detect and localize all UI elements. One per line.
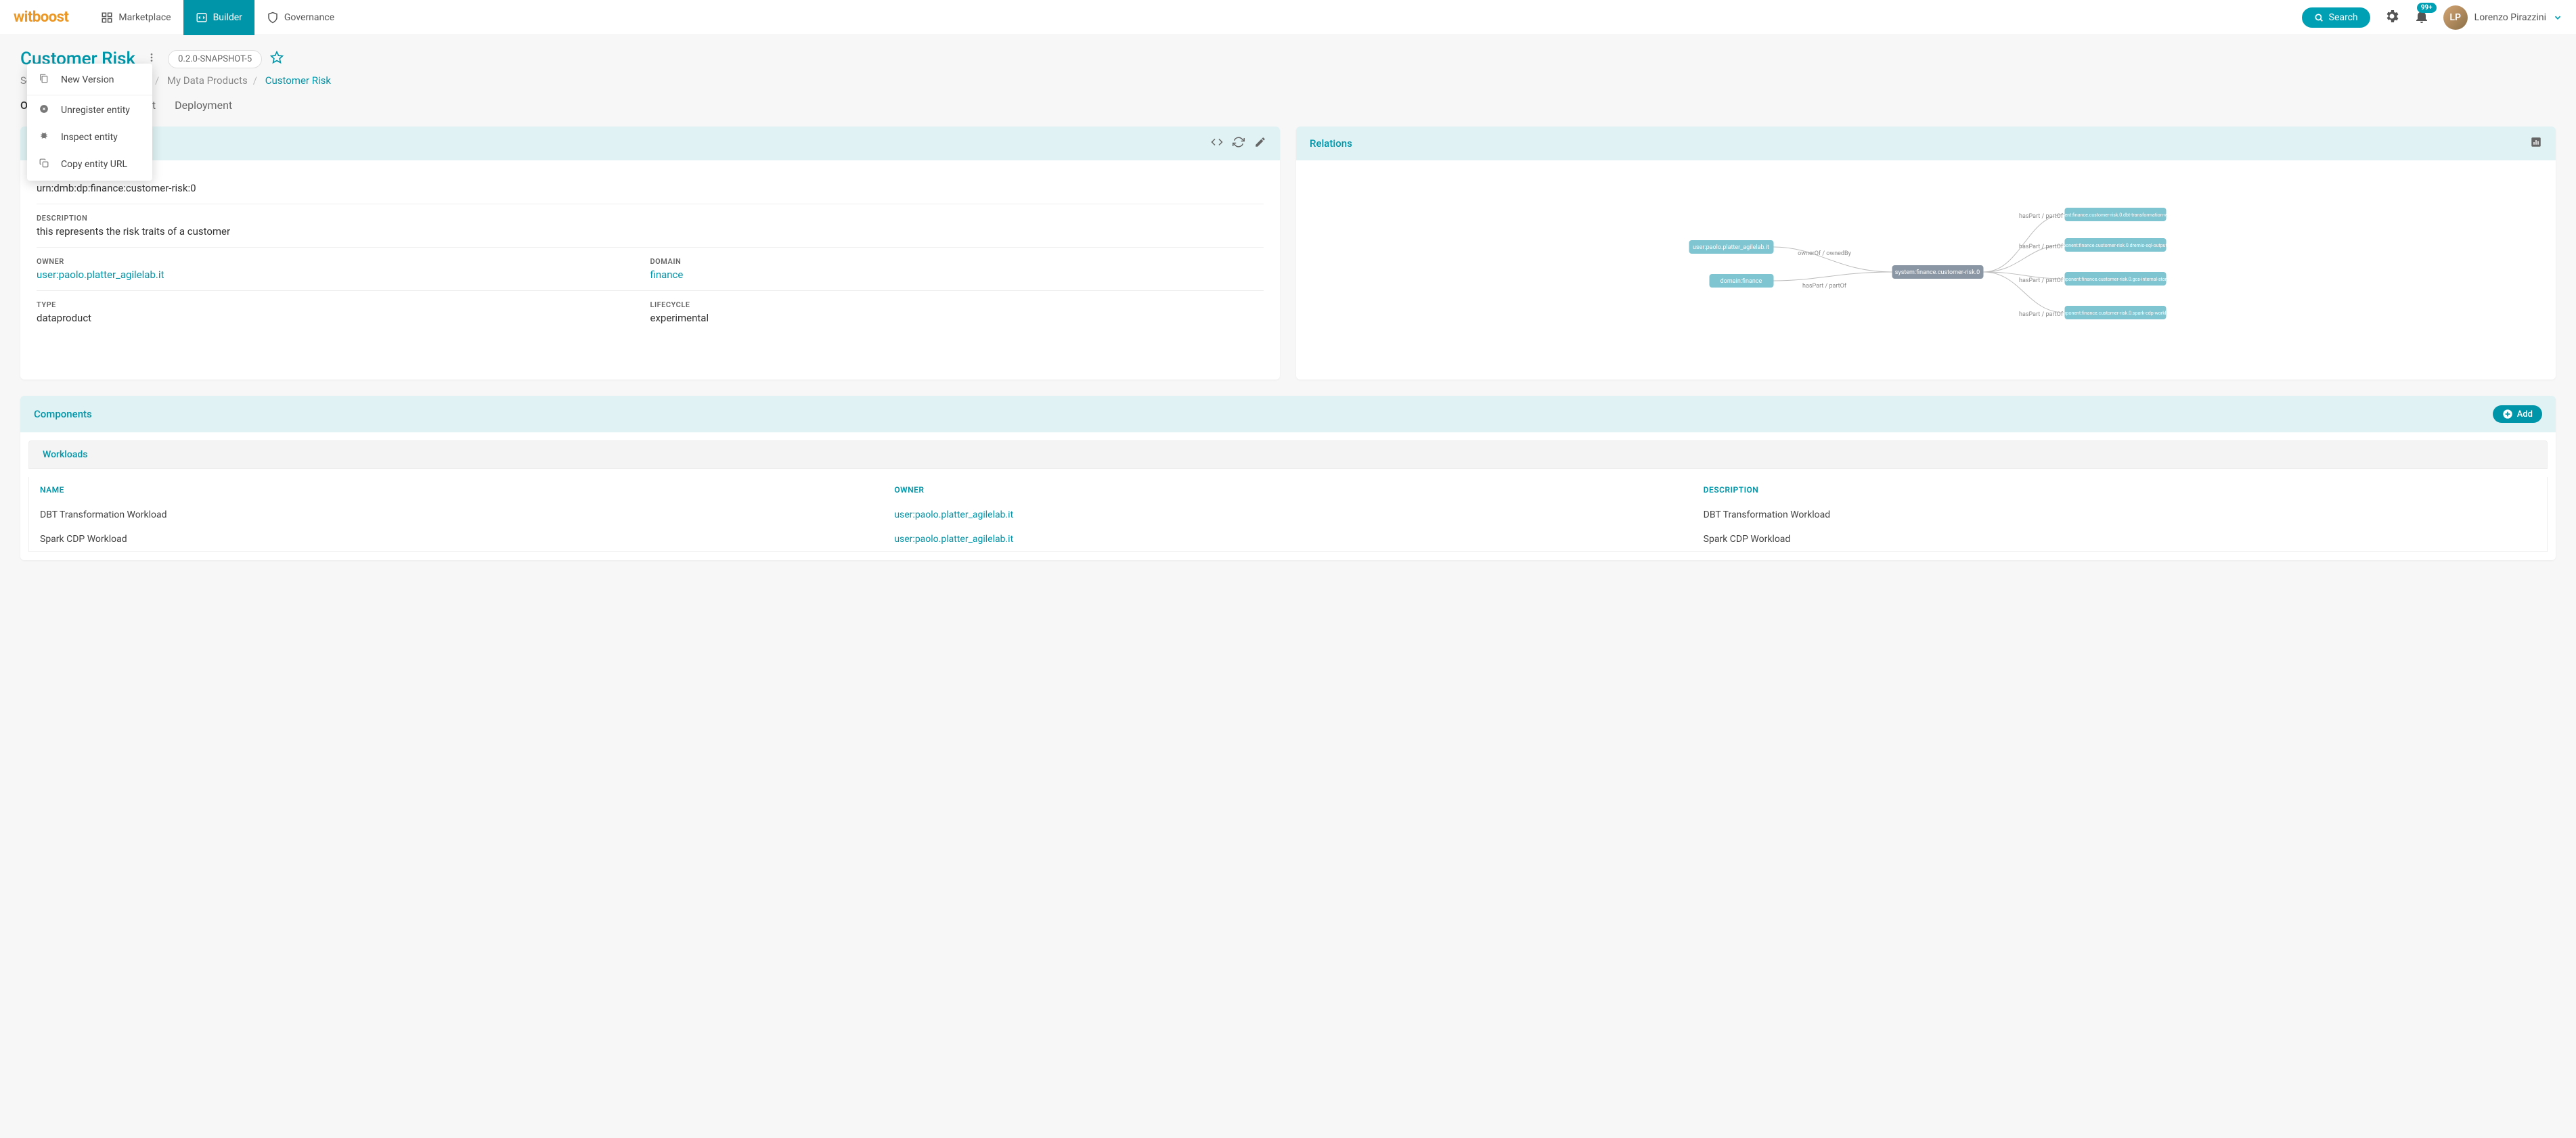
svg-text:system:finance.customer-risk.0: system:finance.customer-risk.0 bbox=[1895, 269, 1980, 276]
svg-text:component:finance.customer-ris: component:finance.customer-risk.0.dbt-tr… bbox=[2047, 212, 2183, 218]
kebab-icon bbox=[146, 52, 157, 63]
breadcrumb-item[interactable]: My Data Products bbox=[167, 74, 248, 87]
add-component-button[interactable]: Add bbox=[2493, 405, 2542, 423]
code-button[interactable] bbox=[1211, 136, 1223, 151]
favorite-button[interactable] bbox=[270, 51, 284, 67]
svg-text:component:finance.customer-ris: component:finance.customer-risk.0.dremio… bbox=[2053, 243, 2177, 248]
cell-owner[interactable]: user:paolo.platter_agilelab.it bbox=[883, 503, 1692, 527]
svg-text:user:paolo.platter_agilelab.it: user:paolo.platter_agilelab.it bbox=[1693, 244, 1769, 251]
table-row[interactable]: DBT Transformation Workload user:paolo.p… bbox=[29, 503, 2547, 527]
menu-copy-url[interactable]: Copy entity URL bbox=[27, 151, 152, 178]
description-value: this represents the risk traits of a cus… bbox=[37, 225, 1264, 237]
owner-link[interactable]: user:paolo.platter_agilelab.it bbox=[37, 269, 650, 281]
nav-label: Marketplace bbox=[118, 12, 171, 23]
domain-link[interactable]: finance bbox=[650, 269, 1264, 281]
context-menu: New Version Unregister entity Inspect en… bbox=[27, 64, 152, 181]
col-name[interactable]: NAME bbox=[29, 477, 883, 503]
breadcrumb-current: Customer Risk bbox=[265, 74, 331, 87]
main-nav: Marketplace Builder Governance bbox=[89, 0, 347, 35]
components-card: Components Add Workloads NAME OWNER DESC… bbox=[20, 396, 2556, 560]
search-icon bbox=[2314, 13, 2324, 22]
type-value: dataproduct bbox=[37, 312, 650, 324]
relations-chart-button[interactable] bbox=[2530, 136, 2542, 151]
tabs: Overview Editor and Test Deployment bbox=[20, 99, 2556, 114]
svg-text:hasPart / partOf: hasPart / partOf bbox=[2019, 213, 2064, 220]
menu-inspect[interactable]: Inspect entity bbox=[27, 124, 152, 151]
about-card: About urn:dmb:dp:finance:customer-risk:0… bbox=[20, 127, 1280, 380]
lifecycle-value: experimental bbox=[650, 312, 1264, 324]
nav-label: Governance bbox=[284, 12, 334, 23]
cell-owner[interactable]: user:paolo.platter_agilelab.it bbox=[883, 527, 1692, 551]
cell-name: Spark CDP Workload bbox=[29, 527, 883, 551]
domain-label: DOMAIN bbox=[650, 257, 1264, 266]
cell-desc: Spark CDP Workload bbox=[1693, 527, 2547, 551]
nav-marketplace[interactable]: Marketplace bbox=[89, 0, 183, 35]
user-name: Lorenzo Pirazzini bbox=[2474, 12, 2546, 23]
search-button[interactable]: Search bbox=[2302, 7, 2370, 28]
svg-text:hasPart / partOf: hasPart / partOf bbox=[2019, 244, 2064, 250]
svg-text:hasPart / partOf: hasPart / partOf bbox=[2019, 277, 2064, 284]
workloads-header: Workloads bbox=[28, 440, 2548, 469]
svg-text:hasPart / partOf: hasPart / partOf bbox=[2019, 311, 2064, 318]
svg-text:component:finance.customer-ris: component:finance.customer-risk.0.gcs-in… bbox=[2056, 277, 2174, 282]
menu-unregister[interactable]: Unregister entity bbox=[27, 97, 152, 124]
lifecycle-label: LIFECYCLE bbox=[650, 300, 1264, 309]
tab-deployment[interactable]: Deployment bbox=[175, 99, 232, 114]
type-label: TYPE bbox=[37, 300, 650, 309]
add-label: Add bbox=[2517, 409, 2533, 419]
menu-label: Inspect entity bbox=[61, 132, 118, 143]
components-title: Components bbox=[34, 408, 92, 420]
breadcrumb: Software Catalog/ System/ My Data Produc… bbox=[20, 74, 2556, 87]
circle-x-icon bbox=[39, 104, 50, 116]
urn-value: urn:dmb:dp:finance:customer-risk:0 bbox=[37, 182, 1264, 194]
nav-governance[interactable]: Governance bbox=[254, 0, 347, 35]
svg-text:ownerOf / ownedBy: ownerOf / ownedBy bbox=[1798, 250, 1852, 257]
notification-badge: 99+ bbox=[2417, 3, 2437, 13]
svg-text:domain:finance: domain:finance bbox=[1720, 278, 1762, 285]
code-icon bbox=[1211, 136, 1223, 148]
svg-text:component:finance.customer-ris: component:finance.customer-risk.0.spark-… bbox=[2057, 311, 2175, 316]
gear-icon bbox=[2384, 8, 2400, 24]
menu-label: Copy entity URL bbox=[61, 159, 127, 170]
owner-label: OWNER bbox=[37, 257, 650, 266]
chart-icon bbox=[2530, 136, 2542, 148]
star-icon bbox=[270, 51, 284, 64]
col-owner[interactable]: OWNER bbox=[883, 477, 1692, 503]
builder-icon bbox=[196, 12, 208, 24]
menu-label: Unregister entity bbox=[61, 105, 130, 116]
notifications-button[interactable]: 99+ bbox=[2414, 8, 2430, 27]
pencil-icon bbox=[1254, 136, 1266, 148]
relations-card: Relations user:paolo.platter_agilelab.i bbox=[1296, 127, 2556, 380]
bug-icon bbox=[39, 131, 50, 143]
chevron-down-icon bbox=[2553, 13, 2562, 22]
relations-title: Relations bbox=[1310, 137, 1352, 150]
avatar: LP bbox=[2443, 5, 2468, 30]
relations-graph[interactable]: user:paolo.platter_agilelab.it ownerOf /… bbox=[1310, 181, 2542, 357]
plus-circle-icon bbox=[2502, 409, 2513, 419]
grid-icon bbox=[101, 12, 113, 24]
nav-builder[interactable]: Builder bbox=[183, 0, 254, 35]
edit-button[interactable] bbox=[1254, 136, 1266, 151]
description-label: DESCRIPTION bbox=[37, 214, 1264, 223]
cell-desc: DBT Transformation Workload bbox=[1693, 503, 2547, 527]
refresh-button[interactable] bbox=[1233, 136, 1245, 151]
nav-label: Builder bbox=[213, 12, 242, 23]
copy-icon bbox=[39, 74, 50, 86]
search-label: Search bbox=[2329, 12, 2358, 23]
version-pill[interactable]: 0.2.0-SNAPSHOT-5 bbox=[168, 50, 262, 68]
table-row[interactable]: Spark CDP Workload user:paolo.platter_ag… bbox=[29, 527, 2547, 551]
refresh-icon bbox=[1233, 136, 1245, 148]
shield-icon bbox=[267, 12, 279, 24]
copy-icon bbox=[39, 158, 50, 170]
settings-button[interactable] bbox=[2384, 8, 2400, 27]
user-menu[interactable]: LP Lorenzo Pirazzini bbox=[2443, 5, 2562, 30]
components-table: NAME OWNER DESCRIPTION DBT Transformatio… bbox=[29, 477, 2547, 551]
cell-name: DBT Transformation Workload bbox=[29, 503, 883, 527]
col-desc[interactable]: DESCRIPTION bbox=[1693, 477, 2547, 503]
menu-label: New Version bbox=[61, 74, 114, 85]
top-bar: witboost Marketplace Builder Governance … bbox=[0, 0, 2576, 35]
svg-text:hasPart / partOf: hasPart / partOf bbox=[1802, 283, 1847, 290]
menu-new-version[interactable]: New Version bbox=[27, 66, 152, 93]
logo: witboost bbox=[14, 9, 68, 26]
